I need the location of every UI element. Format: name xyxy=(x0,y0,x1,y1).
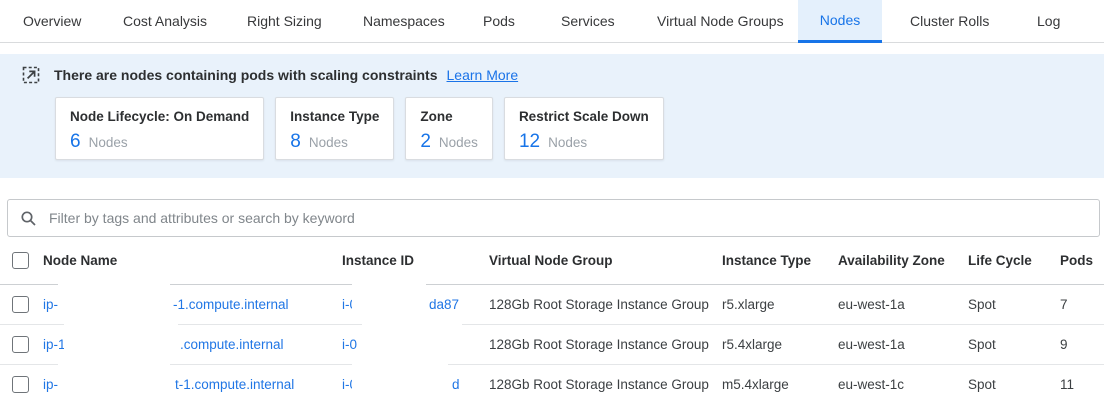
card-node-lifecycle[interactable]: Node Lifecycle: On Demand 6 Nodes xyxy=(55,97,264,160)
col-life-cycle[interactable]: Life Cycle xyxy=(968,237,1032,284)
card-restrict-scale-down[interactable]: Restrict Scale Down 12 Nodes xyxy=(504,97,664,160)
tab-cluster-rolls[interactable]: Cluster Rolls xyxy=(910,0,989,43)
card-title: Restrict Scale Down xyxy=(519,109,649,124)
col-availability-zone[interactable]: Availability Zone xyxy=(838,237,945,284)
card-title: Node Lifecycle: On Demand xyxy=(70,109,249,124)
select-all-checkbox[interactable] xyxy=(12,252,29,269)
tab-overview[interactable]: Overview xyxy=(23,0,81,43)
card-count: 6 xyxy=(70,131,81,153)
tab-virtual-node-groups[interactable]: Virtual Node Groups xyxy=(657,0,784,43)
redaction-box xyxy=(352,361,448,395)
col-node-name[interactable]: Node Name xyxy=(43,237,117,284)
redaction-box xyxy=(362,321,462,355)
node-name-link[interactable]: ip-1 xyxy=(43,325,66,365)
tab-nodes[interactable]: Nodes xyxy=(798,0,882,43)
card-unit: Nodes xyxy=(548,135,587,150)
table-row: ip- -1.compute.internal i-0 da87 128Gb R… xyxy=(0,284,1104,325)
table-row: ip-1 .compute.internal i-0 128Gb Root St… xyxy=(0,324,1104,365)
card-count: 8 xyxy=(290,131,301,153)
row-checkbox[interactable] xyxy=(12,296,29,313)
life-cycle-cell: Spot xyxy=(968,325,996,365)
life-cycle-cell: Spot xyxy=(968,365,996,404)
scale-constraint-icon xyxy=(22,66,40,84)
card-title: Instance Type xyxy=(290,109,379,124)
redaction-box xyxy=(58,281,170,315)
card-unit: Nodes xyxy=(309,135,348,150)
constraint-cards: Node Lifecycle: On Demand 6 Nodes Instan… xyxy=(55,97,664,160)
filter-bar xyxy=(7,199,1100,237)
scaling-constraints-banner: There are nodes containing pods with sca… xyxy=(0,54,1104,178)
filter-input[interactable] xyxy=(47,209,1087,227)
table-header: Node Name Instance ID Virtual Node Group… xyxy=(0,237,1104,284)
availability-zone-cell: eu-west-1a xyxy=(838,325,905,365)
pods-cell: 7 xyxy=(1060,285,1068,325)
card-instance-type[interactable]: Instance Type 8 Nodes xyxy=(275,97,394,160)
instance-type-cell: r5.xlarge xyxy=(722,285,775,325)
redaction-box xyxy=(352,281,426,315)
virtual-node-group-cell: 128Gb Root Storage Instance Group xyxy=(489,285,709,325)
virtual-node-group-cell: 128Gb Root Storage Instance Group xyxy=(489,325,709,365)
tab-pods[interactable]: Pods xyxy=(483,0,515,43)
tab-log[interactable]: Log xyxy=(1037,0,1060,43)
card-unit: Nodes xyxy=(439,135,478,150)
instance-id-link[interactable]: da87 xyxy=(429,285,459,325)
card-title: Zone xyxy=(420,109,478,124)
col-instance-type[interactable]: Instance Type xyxy=(722,237,811,284)
node-name-link[interactable]: ip- xyxy=(43,365,58,404)
tab-namespaces[interactable]: Namespaces xyxy=(363,0,445,43)
tab-bar: Overview Cost Analysis Right Sizing Name… xyxy=(0,0,1104,43)
node-name-link[interactable]: ip- xyxy=(43,285,58,325)
col-instance-id[interactable]: Instance ID xyxy=(342,237,414,284)
redaction-box xyxy=(58,361,170,395)
redaction-box xyxy=(64,321,178,355)
pods-cell: 9 xyxy=(1060,325,1068,365)
life-cycle-cell: Spot xyxy=(968,285,996,325)
card-unit: Nodes xyxy=(89,135,128,150)
card-count: 12 xyxy=(519,131,540,153)
col-pods[interactable]: Pods xyxy=(1060,237,1093,284)
row-checkbox[interactable] xyxy=(12,336,29,353)
table-row: ip- t-1.compute.internal i-0 d 128Gb Roo… xyxy=(0,364,1104,404)
banner-message: There are nodes containing pods with sca… xyxy=(54,67,438,83)
node-name-link[interactable]: -1.compute.internal xyxy=(173,285,289,325)
instance-id-link[interactable]: d xyxy=(452,365,460,404)
tab-services[interactable]: Services xyxy=(561,0,615,43)
card-count: 2 xyxy=(420,131,431,153)
tab-cost-analysis[interactable]: Cost Analysis xyxy=(123,0,207,43)
instance-id-link[interactable]: i-0 xyxy=(342,325,357,365)
virtual-node-group-cell: 128Gb Root Storage Instance Group xyxy=(489,365,709,404)
col-virtual-node-group[interactable]: Virtual Node Group xyxy=(489,237,613,284)
node-name-link[interactable]: .compute.internal xyxy=(180,325,284,365)
instance-type-cell: m5.4xlarge xyxy=(722,365,789,404)
instance-type-cell: r5.4xlarge xyxy=(722,325,782,365)
row-checkbox[interactable] xyxy=(12,376,29,393)
pods-cell: 11 xyxy=(1060,365,1074,404)
search-icon xyxy=(20,210,37,227)
banner-header: There are nodes containing pods with sca… xyxy=(22,66,518,84)
tab-right-sizing[interactable]: Right Sizing xyxy=(247,0,322,43)
availability-zone-cell: eu-west-1a xyxy=(838,285,905,325)
learn-more-link[interactable]: Learn More xyxy=(447,67,519,83)
card-zone[interactable]: Zone 2 Nodes xyxy=(405,97,493,160)
availability-zone-cell: eu-west-1c xyxy=(838,365,904,404)
node-name-link[interactable]: t-1.compute.internal xyxy=(175,365,294,404)
